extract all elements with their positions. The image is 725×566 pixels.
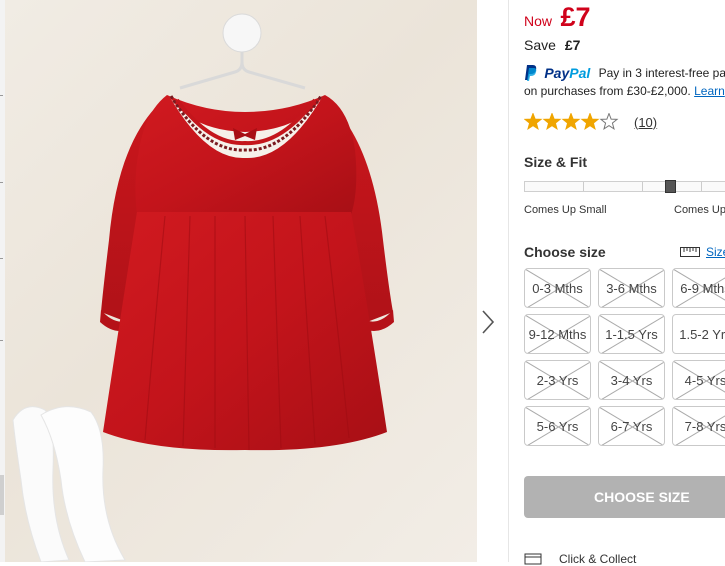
paypal-logo-icon [525,65,537,81]
size-option-label: 3-4 Yrs [610,372,653,388]
size-option[interactable]: 4-5 Yrs [672,360,725,400]
star-filled-icon [561,113,581,131]
review-count-link[interactable]: (10) [634,115,657,130]
store-icon [524,553,542,565]
fit-label-small: Comes Up Small [524,204,607,216]
choose-size-title: Choose size [524,244,606,260]
next-image-button[interactable] [478,306,498,338]
size-guide-link[interactable]: Size [680,245,725,259]
price-row: Now £7 [524,2,591,33]
size-option[interactable]: 2-3 Yrs [524,360,591,400]
size-option[interactable]: 6-9 Mths [672,268,725,308]
dress-illustration [12,13,394,562]
ruler-icon [680,247,700,257]
size-option[interactable]: 6-7 Yrs [598,406,665,446]
size-fit-title: Size & Fit [524,154,588,170]
panel-divider [508,0,509,562]
click-collect-row: Click & Collect [524,552,636,566]
paypal-terms: on purchases from £30-£2,000. [524,84,691,98]
size-option-label: 7-8 Yrs [684,418,725,434]
size-option[interactable]: 0-3 Mths [524,268,591,308]
star-filled-icon [580,113,600,131]
size-option[interactable]: 3-4 Yrs [598,360,665,400]
size-option-label: 2-3 Yrs [536,372,579,388]
size-option-label: 5-6 Yrs [536,418,579,434]
hanger-icon [179,13,306,90]
size-option-label: 6-9 Mths [680,280,725,296]
product-image[interactable] [5,0,477,562]
star-empty-icon [599,113,619,131]
fit-label-large: Comes Up [674,204,725,216]
fit-marker [665,180,676,193]
click-collect-label: Click & Collect [559,552,637,566]
size-option-label: 1.5-2 Yrs [679,326,725,342]
size-option[interactable]: 3-6 Mths [598,268,665,308]
price-now-label: Now [524,13,553,29]
size-option-label: 3-6 Mths [606,280,657,296]
chevron-right-icon [482,310,495,334]
rating-row[interactable]: (10) [524,113,657,131]
star-filled-icon [524,113,543,131]
save-label: Save [524,37,556,53]
size-option[interactable]: 9-12 Mths [524,314,591,354]
size-option-label: 4-5 Yrs [684,372,725,388]
learn-more-link[interactable]: Learn [694,84,725,98]
paypal-brand: PayPal [544,64,591,81]
star-rating [524,113,624,131]
size-option[interactable]: 1-1.5 Yrs [598,314,665,354]
save-row: Save £7 [524,37,580,53]
star-filled-icon [542,113,562,131]
size-option-label: 0-3 Mths [532,280,583,296]
paypal-line2: on purchases from £30-£2,000. Learn [524,84,725,98]
size-option-label: 6-7 Yrs [610,418,653,434]
paypal-row: PayPal Pay in 3 interest-free pa [524,64,725,81]
size-option-label: 9-12 Mths [528,326,587,342]
save-amount: £7 [564,37,581,53]
size-option[interactable]: 5-6 Yrs [524,406,591,446]
size-option[interactable]: 7-8 Yrs [672,406,725,446]
size-option[interactable]: 1.5-2 Yrs [672,314,725,354]
size-option-label: 1-1.5 Yrs [605,326,658,342]
choose-size-button[interactable]: CHOOSE SIZE [524,476,725,518]
paypal-message: Pay in 3 interest-free pa [598,65,725,80]
stars-icon [524,113,619,131]
price-value: £7 [560,2,591,32]
fit-scale [524,180,725,193]
